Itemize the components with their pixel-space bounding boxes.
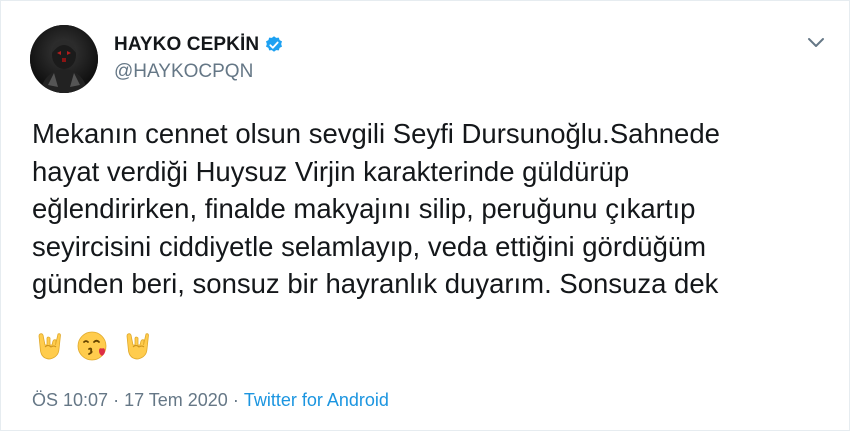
tweet-emoji-row [33,329,153,363]
author-handle[interactable]: @HAYKOCPQN [114,61,253,83]
tweet-time[interactable]: ÖS 10:07 [32,390,108,411]
avatar[interactable] [30,25,98,93]
avatar-icon [30,25,98,93]
sign-of-the-horns-icon [38,333,61,360]
meta-separator: · [232,390,239,410]
tweet-card: HAYKO CEPKİN @HAYKOCPQN Mekanın cennet o… [0,0,850,431]
tweet-date[interactable]: 17 Tem 2020 [124,390,228,411]
meta-separator: · [113,390,120,410]
verified-badge-icon [264,35,284,55]
author-name-row[interactable]: HAYKO CEPKİN [114,33,284,57]
tweet-meta: ÖS 10:07 · 17 Tem 2020 · Twitter for And… [32,390,389,411]
face-blowing-kiss-icon [77,331,107,361]
tweet-source-link[interactable]: Twitter for Android [244,390,389,411]
tweet-text: Mekanın cennet olsun sevgili Seyfi Dursu… [32,118,720,299]
sign-of-the-horns-icon [126,333,149,360]
chevron-down-icon [808,38,824,47]
more-options-button[interactable] [801,31,831,55]
author-display-name[interactable]: HAYKO CEPKİN [114,34,259,56]
